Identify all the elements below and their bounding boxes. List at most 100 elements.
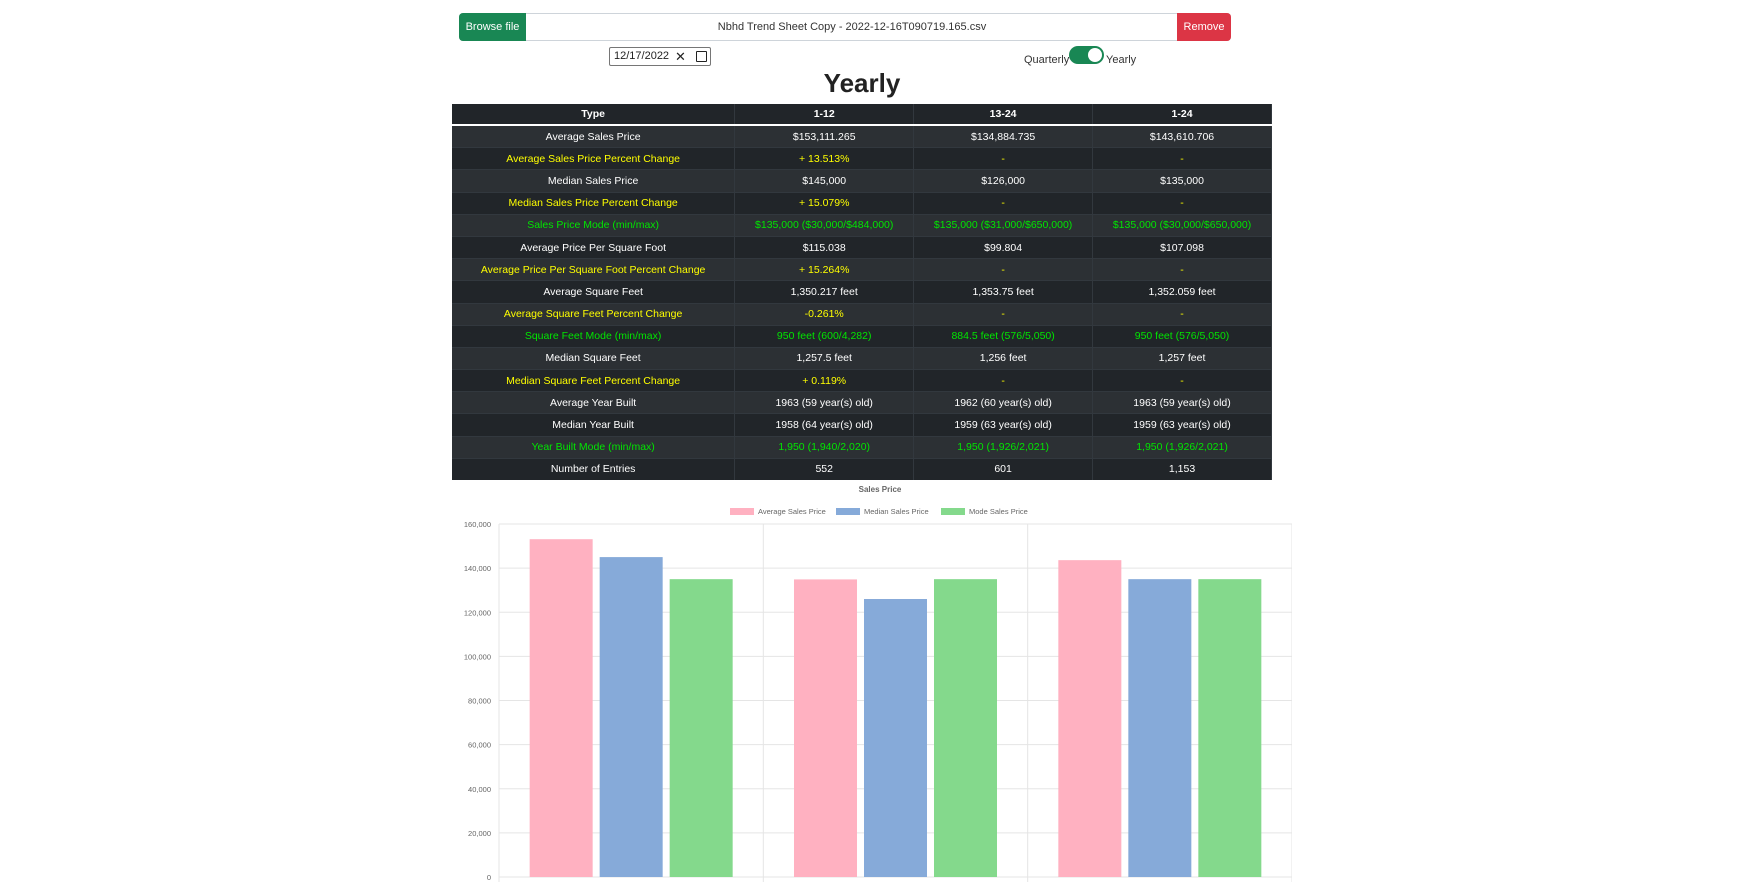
legend-swatch (730, 508, 754, 515)
row-label-cell: Year Built Mode (min/max) (452, 435, 736, 459)
table-row: Average Year Built 1963 (59 year(s) old) 1… (452, 391, 1272, 414)
row-label-cell: Number of Entries (452, 457, 736, 480)
table-row: Median Square Feet 1,257.5 feet 1,256 feet… (452, 346, 1272, 370)
browse-file-button[interactable]: Browse file (459, 13, 526, 41)
table-row: Average Square Feet Percent Change -0.261… (452, 302, 1272, 326)
column-header: 1-12 (734, 104, 915, 126)
row-label-cell: Median Square Feet (452, 346, 736, 370)
value-cell: - (913, 191, 1094, 215)
y-tick-label: 20,000 (468, 829, 491, 838)
value-cell: $107.098 (1092, 235, 1272, 259)
row-label-cell: Average Sales Price (452, 124, 736, 148)
column-header: 13-24 (913, 104, 1094, 126)
value-cell: 1,257.5 feet (734, 346, 915, 370)
value-cell: 1959 (63 year(s) old) (913, 413, 1094, 437)
y-tick-label: 80,000 (468, 697, 491, 706)
quarterly-label: Quarterly (1024, 54, 1070, 66)
value-cell: $153,111.265 (734, 124, 915, 148)
value-cell: - (913, 258, 1094, 281)
value-cell: - (1092, 302, 1272, 326)
bar (934, 579, 997, 877)
value-cell: 1958 (64 year(s) old) (734, 413, 915, 437)
chart-title: Sales Price (859, 485, 902, 494)
table-row: Square Feet Mode (min/max) 950 feet (600/… (452, 324, 1272, 348)
value-cell: $99.804 (913, 235, 1094, 259)
bar (1058, 560, 1122, 877)
y-tick-label: 160,000 (464, 520, 491, 529)
row-label-cell: Average Price Per Square Foot Percent Ch… (452, 258, 736, 281)
column-header: 1-24 (1092, 104, 1272, 126)
stats-table: Type 1-12 13-24 1-24 Average Sales Price… (452, 104, 1272, 480)
table-row: Year Built Mode (min/max) 1,950 (1,940/2,… (452, 435, 1272, 459)
remove-file-button[interactable]: Remove (1177, 13, 1231, 41)
value-cell: 1,153 (1092, 457, 1272, 480)
table-row: Average Sales Price $153,111.265 $134,884.… (452, 124, 1272, 148)
y-tick-label: 60,000 (468, 741, 491, 750)
value-cell: 1,950 (1,926/2,021) (1092, 435, 1272, 459)
value-cell: 1962 (60 year(s) old) (913, 391, 1094, 414)
value-cell: + 13.513% (734, 147, 915, 170)
table-row: Median Sales Price $145,000 $126,000 $135,0… (452, 169, 1272, 193)
table-row: Number of Entries 552 601 1,153 (452, 457, 1272, 480)
table-row: Average Price Per Square Foot Percent Ch… (452, 258, 1272, 281)
value-cell: - (913, 302, 1094, 326)
value-cell: - (1092, 147, 1272, 170)
value-cell: $134,884.735 (913, 124, 1094, 148)
value-cell: 1,350.217 feet (734, 280, 915, 303)
value-cell: $143,610.706 (1092, 124, 1272, 148)
value-cell: $145,000 (734, 169, 915, 193)
value-cell: $135,000 (1092, 169, 1272, 193)
y-tick-label: 0 (487, 873, 491, 882)
table-header-row: Type 1-12 13-24 1-24 (452, 104, 1272, 126)
row-label-cell: Median Square Feet Percent Change (452, 369, 736, 392)
value-cell: + 15.079% (734, 191, 915, 215)
value-cell: - (1092, 369, 1272, 392)
bar (864, 599, 927, 877)
date-input[interactable]: 12/17/2022 ✕ (609, 47, 711, 66)
value-cell: - (1092, 258, 1272, 281)
value-cell: 950 feet (600/4,282) (734, 324, 915, 348)
row-label-cell: Median Sales Price Percent Change (452, 191, 736, 215)
legend-swatch (941, 508, 965, 515)
legend-label: Mode Sales Price (969, 507, 1028, 516)
page-title: Yearly (823, 68, 901, 98)
row-label-cell: Average Year Built (452, 391, 736, 414)
row-label-cell: Average Square Feet (452, 280, 736, 303)
bar (1198, 579, 1262, 877)
bar (794, 579, 857, 877)
value-cell: 552 (734, 457, 915, 480)
bar (529, 539, 593, 877)
table-row: Average Price Per Square Foot $115.038 $99… (452, 235, 1272, 259)
value-cell: 1959 (63 year(s) old) (1092, 413, 1272, 437)
bar (599, 557, 663, 877)
clear-date-icon[interactable]: ✕ (675, 48, 686, 65)
value-cell: - (1092, 191, 1272, 215)
date-value: 12/17/2022 (614, 50, 670, 62)
bar (669, 579, 733, 877)
value-cell: + 15.264% (734, 258, 915, 281)
table-row: Average Sales Price Percent Change + 13.5… (452, 147, 1272, 170)
row-label-cell: Sales Price Mode (min/max) (452, 213, 736, 237)
value-cell: $135,000 ($30,000/$484,000) (734, 213, 915, 237)
y-tick-label: 100,000 (464, 652, 491, 661)
value-cell: $135,000 ($30,000/$650,000) (1092, 213, 1272, 237)
sales-price-chart: Sales Price Average Sales Price Median Sal… (464, 485, 1292, 882)
table-row: Sales Price Mode (min/max) $135,000 ($30,… (452, 213, 1272, 237)
value-cell: $115.038 (734, 235, 915, 259)
value-cell: 1963 (59 year(s) old) (1092, 391, 1272, 414)
value-cell: 1,950 (1,940/2,020) (734, 435, 915, 459)
table-row: Median Year Built 1958 (64 year(s) old) 19… (452, 413, 1272, 437)
value-cell: 601 (913, 457, 1094, 480)
row-label-cell: Median Year Built (452, 413, 736, 437)
calendar-icon[interactable] (696, 51, 707, 62)
value-cell: 1963 (59 year(s) old) (734, 391, 915, 414)
yearly-label: Yearly (1106, 54, 1137, 66)
row-label-cell: Average Price Per Square Foot (452, 235, 736, 259)
bar (1128, 579, 1192, 877)
legend-swatch (836, 508, 860, 515)
row-label-cell: Average Sales Price Percent Change (452, 147, 736, 170)
value-cell: 950 feet (576/5,050) (1092, 324, 1272, 348)
file-upload-bar: Browse file Nbhd Trend Sheet Copy - 2022… (459, 13, 1231, 41)
value-cell: 1,257 feet (1092, 346, 1272, 370)
period-toggle-switch[interactable] (1069, 46, 1104, 64)
